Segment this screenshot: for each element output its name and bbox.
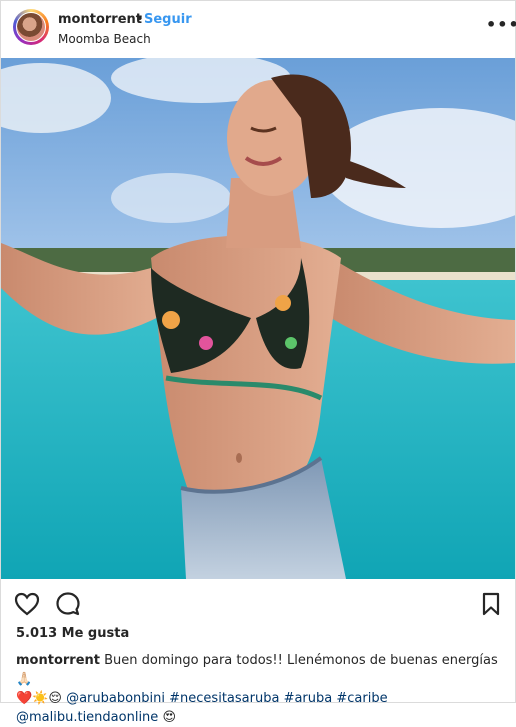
username-link[interactable]: montorrent: [58, 12, 142, 27]
hashtag-aruba[interactable]: #aruba: [284, 691, 333, 706]
caption-emoji-heart-eyes: 😍: [162, 710, 176, 725]
follow-button[interactable]: Seguir: [144, 12, 192, 27]
hashtag-necesitasaruba[interactable]: #necesitasaruba: [169, 691, 279, 706]
caption-emojis: ❤️☀️😌: [16, 691, 62, 706]
caption-emoji-praying-hands: 🙏🏻: [16, 672, 33, 687]
instagram-post: montorrent • Seguir Moomba Beach •••: [0, 0, 516, 725]
heart-icon[interactable]: [13, 590, 41, 618]
post-photo[interactable]: [1, 58, 515, 579]
mention-malibu-tiendaonline[interactable]: @malibu.tiendaonline: [16, 710, 158, 725]
separator-dot: •: [136, 12, 144, 27]
post-caption: montorrent Buen domingo para todos!! Lle…: [16, 651, 506, 727]
avatar-image: [16, 12, 46, 42]
post-header: montorrent • Seguir Moomba Beach •••: [1, 1, 516, 57]
more-options-icon[interactable]: •••: [486, 15, 516, 34]
caption-text: Buen domingo para todos!! Llenémonos de …: [104, 653, 498, 668]
comment-icon[interactable]: [54, 590, 82, 618]
post-actions: [1, 586, 515, 620]
hashtag-caribe[interactable]: #caribe: [336, 691, 387, 706]
location-link[interactable]: Moomba Beach: [58, 32, 151, 46]
caption-username[interactable]: montorrent: [16, 653, 100, 668]
photo-illustration: [1, 58, 515, 579]
bookmark-icon[interactable]: [477, 590, 505, 618]
avatar[interactable]: [13, 9, 49, 45]
mention-arubabonbini[interactable]: @arubabonbini: [66, 691, 165, 706]
likes-count[interactable]: 5.013 Me gusta: [16, 626, 129, 641]
